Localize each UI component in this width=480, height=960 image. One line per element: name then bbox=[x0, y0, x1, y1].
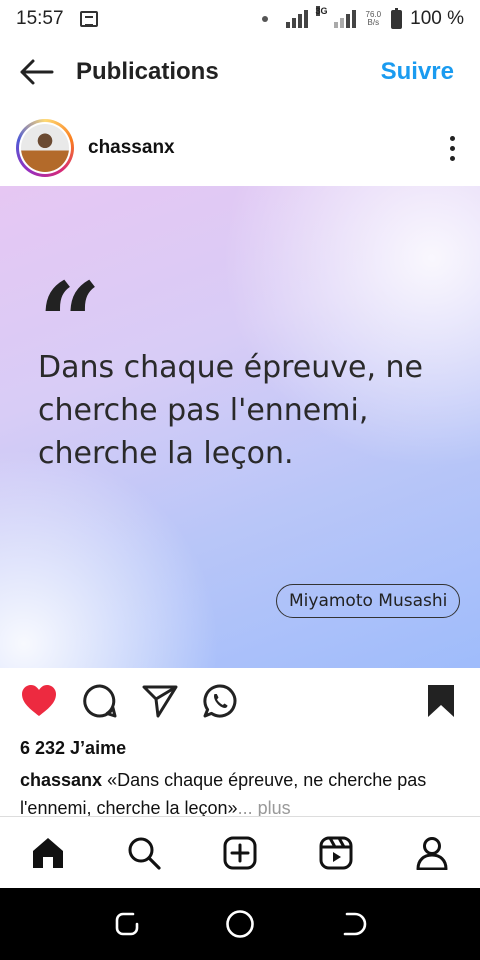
home-icon bbox=[33, 837, 63, 868]
page-title: Publications bbox=[76, 58, 219, 85]
more-dot bbox=[449, 155, 455, 161]
screen: 15:57 3G 76.0 B/s 100 % Publications Sui… bbox=[0, 0, 480, 960]
likes-count[interactable]: 6 232 J’aime bbox=[20, 738, 126, 759]
post-username[interactable]: chassanx bbox=[88, 137, 175, 159]
network-type: 3G bbox=[315, 6, 328, 16]
follow-button[interactable]: Suivre bbox=[381, 58, 454, 86]
quote-author: Miyamoto Musashi bbox=[276, 584, 461, 618]
nav-profile[interactable] bbox=[408, 829, 456, 877]
profile-icon bbox=[416, 836, 448, 870]
comment-button[interactable] bbox=[82, 683, 118, 724]
nav-create[interactable] bbox=[216, 829, 264, 877]
signal-icon-2 bbox=[333, 10, 356, 28]
system-nav-bar bbox=[0, 888, 480, 960]
avatar-image bbox=[21, 124, 69, 172]
like-button[interactable] bbox=[20, 684, 58, 723]
whatsapp-share-button[interactable] bbox=[202, 683, 238, 724]
more-dot bbox=[449, 135, 455, 141]
reels-icon bbox=[319, 836, 353, 869]
comment-icon bbox=[83, 683, 117, 717]
home-system-button[interactable] bbox=[222, 906, 258, 942]
post-header: chassanx bbox=[0, 116, 480, 180]
back-system-icon bbox=[344, 912, 367, 936]
net-speed: 76.0 B/s bbox=[366, 11, 382, 27]
heart-icon bbox=[22, 684, 56, 716]
more-options-button[interactable] bbox=[440, 135, 464, 161]
back-system-button[interactable] bbox=[335, 906, 371, 942]
bottom-nav bbox=[0, 816, 480, 888]
back-button[interactable] bbox=[18, 52, 58, 92]
status-right: 3G 76.0 B/s 100 % bbox=[261, 6, 464, 30]
nav-search[interactable] bbox=[120, 829, 168, 877]
share-button[interactable] bbox=[142, 684, 178, 723]
post-caption[interactable]: chassanx «Dans chaque épreuve, ne cherch… bbox=[20, 766, 450, 816]
quote-line: Dans chaque épreuve, ne bbox=[38, 350, 424, 385]
top-bar: Publications Suivre bbox=[0, 44, 480, 100]
recent-apps-button[interactable] bbox=[109, 906, 145, 942]
nav-home[interactable] bbox=[24, 829, 72, 877]
recent-apps-icon bbox=[115, 912, 138, 936]
caption-more-link[interactable]: ... plus bbox=[238, 798, 291, 816]
quote-line: cherche pas l'ennemi, bbox=[38, 393, 369, 428]
avatar[interactable] bbox=[16, 119, 74, 177]
quote-line: cherche la leçon. bbox=[38, 436, 294, 471]
status-time: 15:57 bbox=[16, 8, 64, 29]
search-icon bbox=[128, 837, 161, 870]
arrow-left-icon bbox=[20, 59, 54, 85]
plus-square-icon bbox=[223, 836, 257, 869]
action-bar bbox=[0, 680, 480, 726]
quote-text: Dans chaque épreuve, ne cherche pas l'en… bbox=[38, 346, 448, 475]
more-dot bbox=[449, 145, 455, 151]
paper-plane-icon bbox=[142, 685, 178, 717]
nav-reels[interactable] bbox=[312, 829, 360, 877]
save-button[interactable] bbox=[426, 684, 456, 723]
signal-icon: 3G bbox=[285, 6, 328, 28]
battery-percent: 100 % bbox=[410, 8, 464, 29]
circle-home-icon bbox=[226, 910, 254, 938]
whatsapp-icon bbox=[203, 683, 237, 717]
notification-icon bbox=[79, 11, 98, 27]
battery-icon bbox=[391, 7, 403, 29]
bookmark-icon bbox=[428, 684, 454, 717]
net-speed-unit: B/s bbox=[367, 18, 380, 27]
status-bar: 15:57 3G 76.0 B/s 100 % bbox=[0, 0, 480, 38]
post-image[interactable]: “ Dans chaque épreuve, ne cherche pas l'… bbox=[0, 186, 480, 668]
dot-icon bbox=[261, 16, 268, 22]
avatar-frame bbox=[19, 122, 71, 174]
caption-username[interactable]: chassanx bbox=[20, 770, 102, 790]
